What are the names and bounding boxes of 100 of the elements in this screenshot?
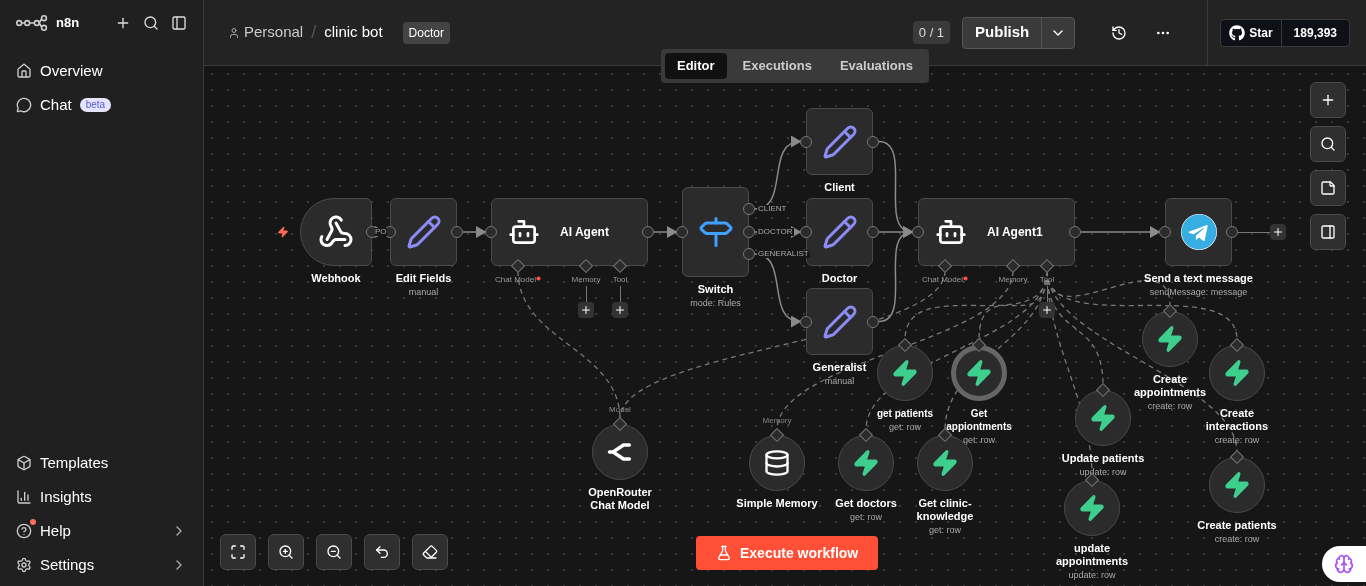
star-label: Star — [1249, 24, 1273, 42]
nav-label: Settings — [40, 554, 95, 575]
view-tab[interactable]: Evaluations — [827, 53, 925, 79]
node-label: Simple Memory — [736, 497, 818, 510]
port-handle[interactable] — [676, 226, 688, 238]
workflow-tag[interactable]: Doctor — [402, 21, 450, 44]
node-label: Get clinic-knowledge — [915, 497, 975, 523]
undo-button[interactable] — [364, 534, 400, 570]
round-node[interactable] — [749, 435, 805, 491]
node-label: AI Agent — [560, 224, 609, 241]
add-node-button[interactable] — [1310, 82, 1346, 118]
add-button[interactable] — [578, 302, 594, 318]
lightning-icon — [1223, 471, 1251, 499]
node-label: Send a text message — [1144, 272, 1253, 285]
search-icon[interactable] — [143, 15, 159, 31]
node-card[interactable]: AI Agent1 — [918, 198, 1075, 266]
node-label: OpenRouter Chat Model — [587, 486, 653, 512]
node-label: Switch — [697, 283, 734, 296]
history-icon[interactable] — [1111, 24, 1128, 41]
nav-item[interactable]: Chat beta — [0, 88, 203, 122]
lightning-icon — [1156, 325, 1184, 353]
help-icon — [16, 523, 32, 539]
port-handle[interactable] — [912, 226, 924, 238]
node-label: Create interactions — [1204, 407, 1270, 433]
breadcrumb-separator: / — [311, 21, 317, 44]
home-icon — [16, 63, 32, 79]
add-button[interactable] — [1039, 302, 1055, 318]
input-label: Memory — [761, 415, 793, 427]
node-card[interactable] — [682, 187, 749, 277]
output-label: DOCTOR — [757, 228, 794, 236]
round-node[interactable] — [1075, 390, 1131, 446]
add-icon[interactable] — [115, 15, 131, 31]
plus-icon — [1272, 226, 1284, 238]
sticky-note-button[interactable] — [1310, 170, 1346, 206]
logo-icon — [16, 15, 48, 31]
round-node[interactable] — [1064, 480, 1120, 536]
view-tab[interactable]: Editor — [665, 53, 727, 79]
nav-label: Templates — [40, 452, 109, 473]
workflow-name[interactable]: clinic bot — [324, 21, 383, 44]
round-node[interactable] — [838, 435, 894, 491]
round-node[interactable] — [877, 345, 933, 401]
node-card[interactable]: AI Agent — [491, 198, 648, 266]
round-node[interactable] — [1209, 457, 1265, 513]
github-star-button[interactable]: Star 189,393 — [1220, 18, 1350, 47]
view-tab[interactable]: Executions — [730, 53, 824, 79]
node-label: get patients — [876, 407, 934, 420]
nav-item[interactable]: Insights — [0, 480, 203, 514]
broom-icon — [422, 544, 438, 560]
node-card[interactable] — [806, 288, 873, 355]
connection-line — [653, 226, 678, 238]
nav-item[interactable]: Templates — [0, 446, 203, 480]
round-node[interactable] — [592, 424, 648, 480]
node-subtitle: manual — [824, 375, 855, 388]
output-label: PO — [375, 228, 387, 236]
port-handle[interactable] — [1159, 226, 1171, 238]
node-label: Generalist — [812, 361, 867, 374]
port-label: Chat Model — [495, 274, 536, 286]
breadcrumb-link[interactable]: Personal — [244, 21, 304, 44]
port-handle[interactable] — [485, 226, 497, 238]
publish-button[interactable]: Publish — [963, 17, 1042, 48]
node-subtitle: update: row — [1079, 466, 1127, 479]
lightning-icon — [1078, 494, 1106, 522]
assistant-button[interactable] — [1322, 546, 1366, 582]
sidebar-toggle-icon[interactable] — [171, 15, 187, 31]
brand-name: n8n — [56, 14, 80, 33]
nav-item[interactable]: Overview — [0, 54, 203, 88]
bar-chart-icon — [16, 489, 32, 505]
pencil-icon — [821, 214, 858, 250]
fit-view-button[interactable] — [220, 534, 256, 570]
output-label: CLIENT — [757, 205, 788, 213]
counter-badge: 0 / 1 — [912, 20, 951, 45]
port-label: Tool — [612, 274, 628, 286]
node-subtitle: create: row — [1147, 400, 1193, 413]
zoom-out-button[interactable] — [316, 534, 352, 570]
node-card[interactable] — [300, 198, 372, 266]
add-button[interactable] — [612, 302, 628, 318]
node-label: Edit Fields — [395, 272, 452, 285]
pencil-icon — [405, 214, 442, 250]
add-button[interactable] — [1270, 224, 1286, 240]
node-card[interactable] — [1165, 198, 1232, 266]
node-card[interactable] — [806, 108, 873, 175]
nav-item[interactable]: Help — [0, 514, 203, 548]
nav-item[interactable]: Settings — [0, 548, 203, 582]
plus-icon — [1320, 92, 1336, 108]
database-icon — [763, 449, 791, 477]
round-node[interactable] — [1142, 311, 1198, 367]
tidy-up-button[interactable] — [412, 534, 448, 570]
port-handle[interactable] — [800, 226, 812, 238]
zoom-in-icon — [278, 544, 294, 560]
panel-button[interactable] — [1310, 214, 1346, 250]
lightning-icon — [965, 359, 993, 387]
beta-badge: beta — [79, 98, 112, 112]
search-button[interactable] — [1310, 126, 1346, 162]
node-card[interactable] — [390, 198, 457, 266]
round-node[interactable] — [1209, 345, 1265, 401]
zoom-in-button[interactable] — [268, 534, 304, 570]
plus-icon — [1041, 304, 1053, 316]
node-subtitle: mode: Rules — [690, 297, 741, 310]
cube-icon — [16, 455, 32, 471]
round-node[interactable] — [951, 345, 1007, 401]
